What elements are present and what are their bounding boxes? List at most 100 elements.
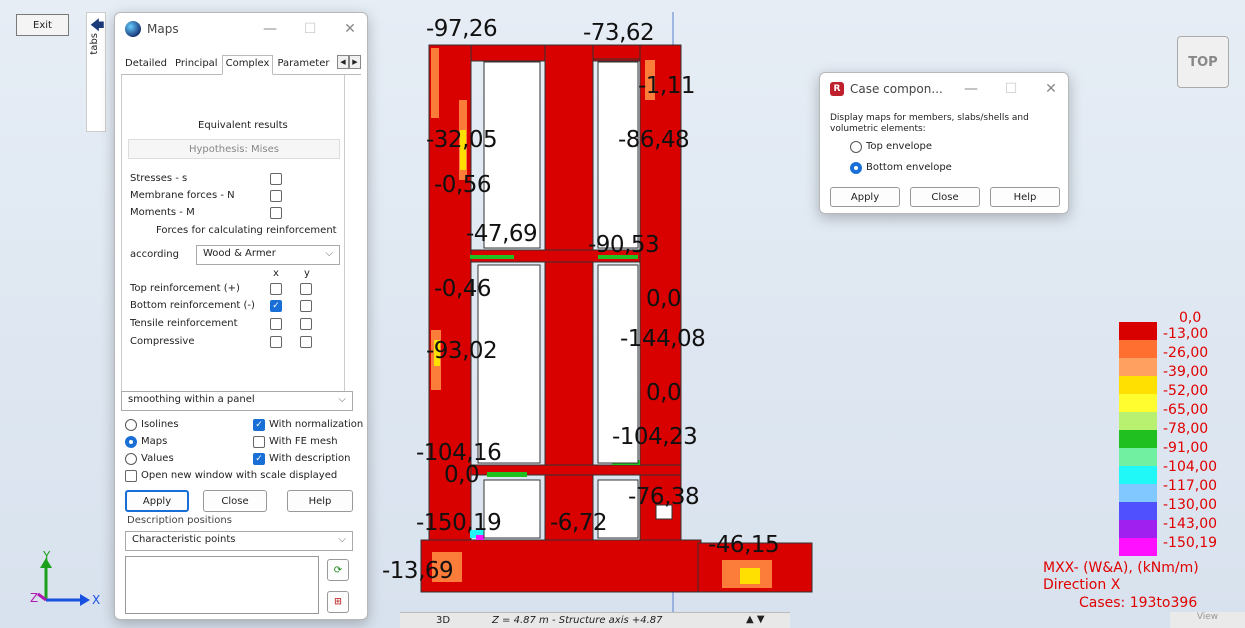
stresses-label: Stresses - s bbox=[130, 173, 188, 184]
open-new-window-checkbox[interactable] bbox=[125, 470, 137, 482]
annotation-value: -6,72 bbox=[550, 510, 608, 536]
legend-swatch bbox=[1119, 538, 1157, 556]
legend-label: -91,00 bbox=[1163, 440, 1209, 456]
tab-parameter[interactable]: Parameter bbox=[273, 55, 333, 74]
legend-label: -117,00 bbox=[1163, 478, 1218, 494]
according-value: Wood & Armer bbox=[203, 248, 276, 259]
stresses-checkbox[interactable] bbox=[270, 173, 282, 185]
axis-x-label: X bbox=[92, 593, 100, 607]
legend-swatch bbox=[1119, 394, 1157, 412]
chevron-down-icon: ⌵ bbox=[338, 534, 346, 545]
view-cube-top[interactable]: TOP bbox=[1177, 36, 1229, 88]
legend-title-unit: MXX- (W&A), (kNm/m) bbox=[1043, 560, 1199, 576]
with-normalization-label: With normalization bbox=[269, 419, 364, 430]
hypothesis-field: Hypothesis: Mises bbox=[128, 139, 340, 159]
bottom-envelope-label: Bottom envelope bbox=[866, 162, 952, 173]
tab-scroll-right-icon[interactable]: ▶ bbox=[349, 55, 361, 69]
membrane-checkbox[interactable] bbox=[270, 190, 282, 202]
case-titlebar[interactable]: R Case compon... — ☐ ✕ bbox=[820, 73, 1068, 105]
top-reinf-label: Top reinforcement (+) bbox=[130, 283, 240, 294]
minimize-icon[interactable]: — bbox=[263, 21, 277, 37]
view-tab-3d[interactable]: 3D bbox=[436, 615, 450, 626]
tab-principal[interactable]: Principal bbox=[171, 55, 222, 74]
legend-swatch bbox=[1119, 484, 1157, 502]
help-button[interactable]: Help bbox=[287, 490, 353, 512]
tabs-label: tabs bbox=[89, 33, 100, 55]
annotation-value: -90,53 bbox=[588, 232, 660, 258]
section-title: Equivalent results bbox=[198, 120, 288, 131]
settings-button[interactable]: ⊞ bbox=[327, 591, 349, 613]
annotation-value: -97,26 bbox=[426, 16, 498, 42]
maps-titlebar[interactable]: Maps — ☐ ✕ bbox=[115, 13, 367, 45]
maximize-icon[interactable]: ☐ bbox=[1004, 81, 1018, 97]
top-reinf-y-checkbox[interactable] bbox=[300, 283, 312, 295]
chevron-down-icon: ⌵ bbox=[325, 248, 333, 259]
status-text: Z = 4.87 m - Structure axis +4.87 bbox=[492, 615, 663, 626]
top-envelope-radio[interactable] bbox=[850, 141, 862, 153]
apply-button[interactable]: Apply bbox=[125, 490, 189, 512]
tab-scroll-left-icon[interactable]: ◀ bbox=[337, 55, 349, 69]
app-icon: R bbox=[830, 82, 844, 96]
legend-swatch bbox=[1119, 466, 1157, 484]
col-x-label: x bbox=[273, 268, 279, 279]
compressive-x-checkbox[interactable] bbox=[270, 336, 282, 348]
according-select[interactable]: Wood & Armer ⌵ bbox=[196, 245, 340, 265]
description-list-box[interactable] bbox=[125, 556, 319, 614]
desc-positions-value: Characteristic points bbox=[132, 534, 236, 545]
bottom-reinf-x-checkbox[interactable]: ✓ bbox=[270, 300, 282, 312]
moments-checkbox[interactable] bbox=[270, 207, 282, 219]
legend-swatch bbox=[1119, 376, 1157, 394]
scroll-up-down-icon[interactable]: ▲ ▼ bbox=[746, 614, 765, 625]
tensile-reinf-label: Tensile reinforcement bbox=[130, 318, 238, 329]
tab-complex[interactable]: Complex bbox=[221, 55, 274, 75]
refresh-button[interactable]: ⟳ bbox=[327, 559, 349, 581]
annotation-value: -86,48 bbox=[618, 127, 690, 153]
legend-label: -13,00 bbox=[1163, 326, 1209, 342]
bottom-reinf-y-checkbox[interactable] bbox=[300, 300, 312, 312]
with-description-checkbox[interactable]: ✓ bbox=[253, 453, 265, 465]
exit-button[interactable]: Exit bbox=[16, 14, 69, 36]
desc-positions-select[interactable]: Characteristic points ⌵ bbox=[125, 531, 353, 551]
axis-gizmo: Y X Z bbox=[30, 549, 100, 607]
smoothing-select[interactable]: smoothing within a panel ⌵ bbox=[121, 391, 353, 411]
case-description: Display maps for members, slabs/shells a… bbox=[830, 113, 1029, 134]
close-button[interactable]: Close bbox=[203, 490, 267, 512]
annotation-value: -76,38 bbox=[628, 484, 700, 510]
top-reinf-x-checkbox[interactable] bbox=[270, 283, 282, 295]
maps-label: Maps bbox=[141, 436, 168, 447]
tensile-reinf-y-checkbox[interactable] bbox=[300, 318, 312, 330]
case-help-button[interactable]: Help bbox=[990, 187, 1060, 207]
isolines-radio[interactable] bbox=[125, 419, 137, 431]
legend-swatch bbox=[1119, 520, 1157, 538]
legend-title-cases: Cases: 193to396 bbox=[1079, 595, 1198, 611]
maximize-icon[interactable]: ☐ bbox=[303, 21, 317, 37]
with-normalization-checkbox[interactable]: ✓ bbox=[253, 419, 265, 431]
complex-panel: Equivalent results Hypothesis: Mises Str… bbox=[121, 75, 345, 397]
forces-title: Forces for calculating reinforcement bbox=[156, 225, 337, 236]
annotation-value: -47,69 bbox=[466, 221, 538, 247]
annotation-value: -150,19 bbox=[416, 510, 502, 536]
values-radio[interactable] bbox=[125, 453, 137, 465]
close-icon[interactable]: ✕ bbox=[343, 21, 357, 37]
annotation-value: -93,02 bbox=[426, 338, 498, 364]
isolines-label: Isolines bbox=[141, 419, 179, 430]
tensile-reinf-x-checkbox[interactable] bbox=[270, 318, 282, 330]
with-fe-mesh-checkbox[interactable] bbox=[253, 436, 265, 448]
minimize-icon[interactable]: — bbox=[964, 81, 978, 97]
legend-label: 0,0 bbox=[1179, 310, 1202, 326]
compressive-y-checkbox[interactable] bbox=[300, 336, 312, 348]
case-components-dialog: R Case compon... — ☐ ✕ Display maps for … bbox=[819, 72, 1069, 214]
legend-label: -39,00 bbox=[1163, 364, 1209, 380]
annotation-value: -1,11 bbox=[638, 73, 696, 99]
bottom-envelope-radio[interactable] bbox=[850, 162, 862, 174]
maps-radio[interactable] bbox=[125, 436, 137, 448]
case-close-button[interactable]: Close bbox=[910, 187, 980, 207]
annotation-value: 0,0 bbox=[646, 286, 682, 312]
close-icon[interactable]: ✕ bbox=[1044, 81, 1058, 97]
moments-label: Moments - M bbox=[130, 207, 195, 218]
view-button[interactable]: View bbox=[1170, 612, 1245, 628]
legend-label: -78,00 bbox=[1163, 421, 1209, 437]
tab-detailed[interactable]: Detailed bbox=[121, 55, 171, 74]
case-apply-button[interactable]: Apply bbox=[830, 187, 900, 207]
tabs-strip[interactable]: 🡄 tabs bbox=[86, 12, 106, 132]
